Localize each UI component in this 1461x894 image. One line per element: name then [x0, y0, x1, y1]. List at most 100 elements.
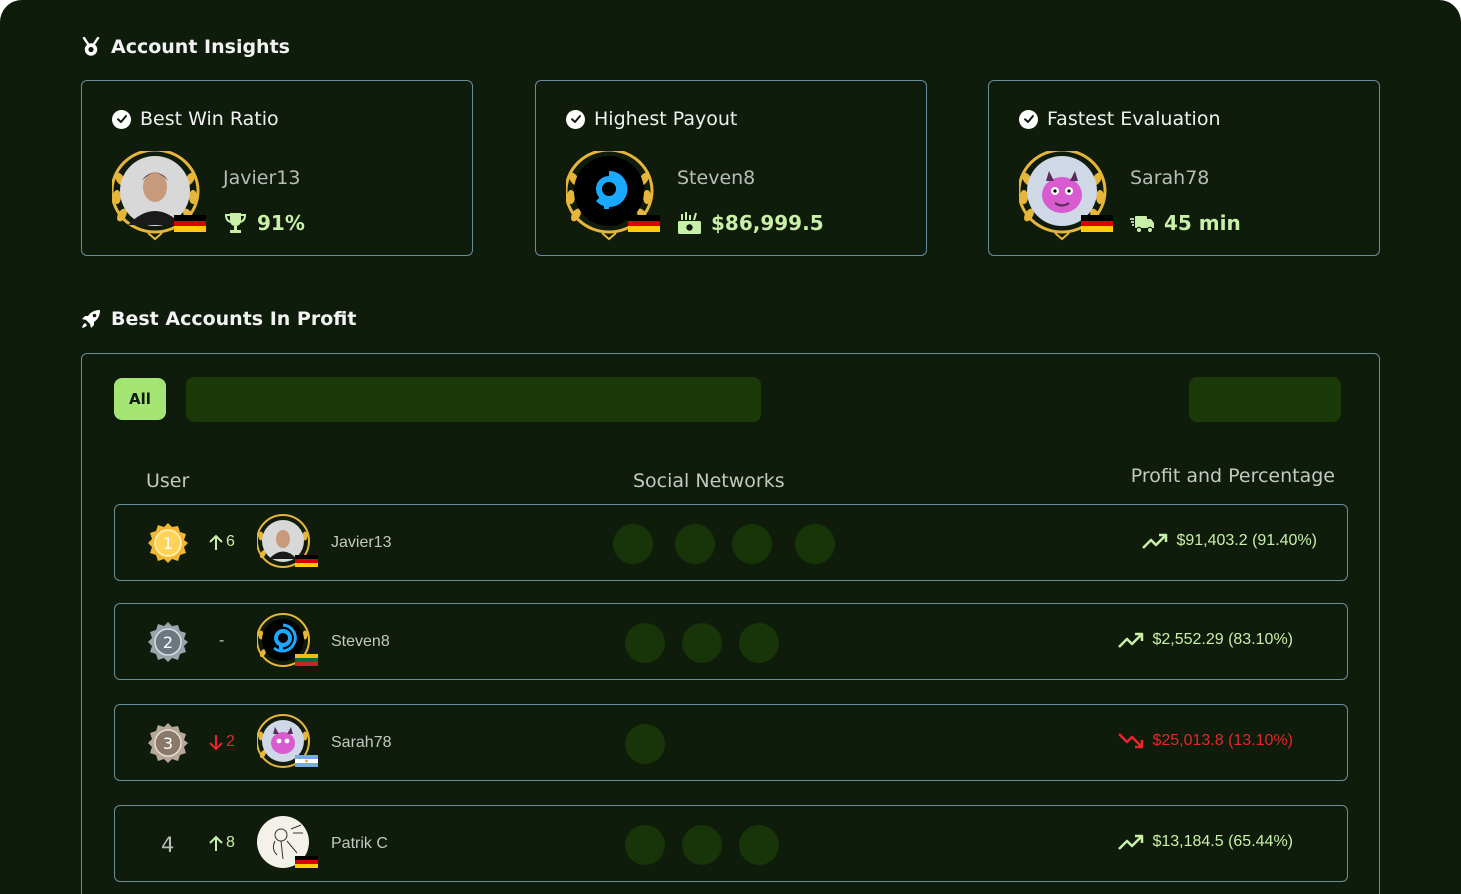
- rank-change: 6: [209, 533, 235, 551]
- user-avatar: [257, 816, 318, 868]
- avatar-with-wreath: [1019, 151, 1113, 241]
- avatar-with-wreath: [566, 151, 660, 241]
- user-avatar: [257, 714, 318, 768]
- profit-text: $13,184.5 (65.44%): [1152, 833, 1293, 850]
- trophy-icon: [224, 213, 247, 233]
- social-link-2[interactable]: [682, 825, 722, 865]
- card-title-row: Highest Payout: [566, 108, 737, 130]
- germany-flag-icon: [295, 555, 318, 567]
- filter-all-button[interactable]: All: [114, 378, 166, 420]
- rank-number: 4: [161, 833, 175, 857]
- stat-value: 91%: [257, 211, 305, 235]
- germany-flag-icon: [174, 215, 206, 232]
- trend-down-icon: [1118, 733, 1144, 749]
- user-avatar: [257, 514, 318, 568]
- profit-value: $13,184.5 (65.44%): [1118, 833, 1293, 851]
- card-title-row: Fastest Evaluation: [1019, 108, 1221, 130]
- rank-change: -: [219, 632, 224, 650]
- silver-medal-icon: 2: [148, 622, 188, 662]
- profit-value: $2,552.29 (83.10%): [1118, 631, 1293, 649]
- lithuania-flag-icon: [295, 654, 318, 666]
- rank-change-value: -: [219, 632, 225, 649]
- social-link-4[interactable]: [795, 524, 835, 564]
- table-row[interactable]: 2 - Steven8 $2,552.29 (83.10%): [114, 603, 1348, 680]
- check-circle-icon: [112, 109, 131, 129]
- account-insights-heading: Account Insights: [81, 36, 290, 58]
- card-stat: 45 min: [1130, 211, 1241, 235]
- argentina-flag-icon: [295, 755, 318, 767]
- user-avatar: [257, 613, 318, 667]
- money-icon: [678, 212, 701, 234]
- rank-change-value: 2: [226, 733, 235, 750]
- social-link-3[interactable]: [739, 623, 779, 663]
- arrow-down-icon: [209, 734, 223, 750]
- profit-value: $25,013.8 (13.10%): [1118, 732, 1293, 750]
- card-title: Fastest Evaluation: [1047, 108, 1221, 130]
- germany-flag-icon: [1081, 215, 1113, 232]
- card-username: Sarah78: [1130, 167, 1210, 189]
- bronze-medal-icon: 3: [148, 723, 188, 763]
- account-insights-title: Account Insights: [111, 36, 290, 58]
- social-link-3[interactable]: [739, 825, 779, 865]
- social-link-2[interactable]: [675, 524, 715, 564]
- truck-fast-icon: [1130, 216, 1154, 234]
- user-name[interactable]: Patrik C: [331, 835, 388, 853]
- card-title: Best Win Ratio: [140, 108, 279, 130]
- social-link-1[interactable]: [625, 623, 665, 663]
- table-row[interactable]: 1 6 Javier13 $91,403.2 (91.40%): [114, 504, 1348, 581]
- column-header-user: User: [146, 470, 190, 492]
- germany-flag-icon: [295, 856, 318, 868]
- trend-up-icon: [1118, 632, 1144, 648]
- check-circle-icon: [566, 109, 585, 129]
- rank-change: 8: [209, 834, 235, 852]
- insight-card-best-win-ratio[interactable]: Best Win Ratio Javier13 91%: [81, 80, 473, 256]
- profit-text: $25,013.8 (13.10%): [1152, 732, 1293, 749]
- check-circle-icon: [1019, 109, 1038, 129]
- svg-text:2: 2: [163, 633, 173, 652]
- user-name[interactable]: Sarah78: [331, 734, 392, 752]
- gold-medal-icon: 1: [148, 523, 188, 563]
- card-title-row: Best Win Ratio: [112, 108, 279, 130]
- rocket-icon: [82, 310, 100, 328]
- germany-flag-icon: [628, 215, 660, 232]
- filter-dropdown[interactable]: [1189, 377, 1341, 422]
- trend-up-icon: [1142, 533, 1168, 549]
- card-stat: $86,999.5: [677, 211, 824, 235]
- medal-icon: [82, 37, 100, 56]
- table-row[interactable]: 4 8 Patrik C $13,184.5 (65.44%): [114, 805, 1348, 882]
- table-row[interactable]: 3 2 Sarah78 $25,013.8 (13.10%): [114, 704, 1348, 781]
- user-name[interactable]: Steven8: [331, 633, 390, 651]
- trend-up-icon: [1118, 834, 1144, 850]
- social-link-3[interactable]: [732, 524, 772, 564]
- filter-tabs-bar[interactable]: [186, 377, 761, 422]
- svg-text:1: 1: [163, 534, 173, 553]
- insight-card-fastest-evaluation[interactable]: Fastest Evaluation Sarah78 45 min: [988, 80, 1380, 256]
- social-link-1[interactable]: [625, 825, 665, 865]
- leaderboard-panel: All User Social Networks Profit and Perc…: [81, 353, 1380, 894]
- social-link-2[interactable]: [682, 623, 722, 663]
- column-header-profit: Profit and Percentage: [1130, 465, 1335, 487]
- card-title: Highest Payout: [594, 108, 738, 130]
- stat-value: 45 min: [1164, 211, 1241, 235]
- rank-change-value: 6: [226, 533, 235, 550]
- user-name[interactable]: Javier13: [331, 534, 391, 552]
- avatar-with-wreath: [112, 151, 206, 241]
- card-stat: 91%: [223, 211, 305, 235]
- best-accounts-heading: Best Accounts In Profit: [81, 308, 356, 330]
- arrow-up-icon: [209, 835, 223, 851]
- app-window: Account Insights Best Win Ratio Javier13…: [0, 0, 1461, 894]
- card-username: Javier13: [223, 167, 301, 189]
- insight-card-highest-payout[interactable]: Highest Payout Steven8 $86,999.5: [535, 80, 927, 256]
- social-link-1[interactable]: [613, 524, 653, 564]
- column-header-social: Social Networks: [633, 470, 785, 492]
- social-link-1[interactable]: [625, 724, 665, 764]
- profit-value: $91,403.2 (91.40%): [1142, 532, 1317, 550]
- profit-text: $2,552.29 (83.10%): [1152, 631, 1293, 648]
- svg-text:3: 3: [163, 734, 173, 753]
- best-accounts-title: Best Accounts In Profit: [111, 308, 357, 330]
- rank-change-value: 8: [226, 834, 235, 851]
- card-username: Steven8: [677, 167, 756, 189]
- profit-text: $91,403.2 (91.40%): [1176, 532, 1317, 549]
- rank-change: 2: [209, 733, 235, 751]
- stat-value: $86,999.5: [711, 211, 824, 235]
